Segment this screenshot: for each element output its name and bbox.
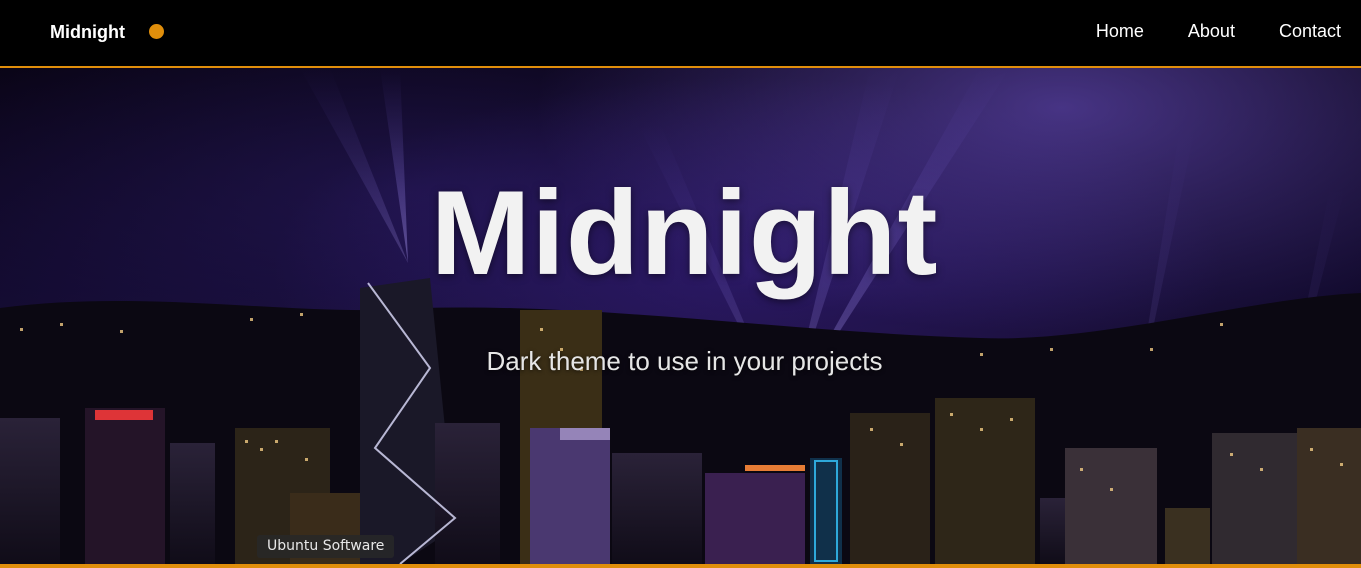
hero-background-image bbox=[0, 68, 1361, 564]
hero-section: Midnight Dark theme to use in your proje… bbox=[0, 68, 1361, 564]
bottom-border bbox=[0, 564, 1361, 568]
nav-link-contact[interactable]: Contact bbox=[1279, 21, 1341, 42]
hero-subtitle: Dark theme to use in your projects bbox=[486, 346, 883, 376]
hero-title: Midnight bbox=[430, 166, 939, 300]
nav-link-about[interactable]: About bbox=[1188, 21, 1235, 42]
nav-link-home[interactable]: Home bbox=[1096, 21, 1144, 42]
navbar: Midnight Home About Contact bbox=[0, 0, 1361, 68]
status-dot-icon bbox=[149, 24, 164, 39]
tooltip: Ubuntu Software bbox=[257, 535, 395, 558]
brand-link[interactable]: Midnight bbox=[50, 22, 125, 43]
nav-links: Home About Contact bbox=[1096, 21, 1341, 42]
